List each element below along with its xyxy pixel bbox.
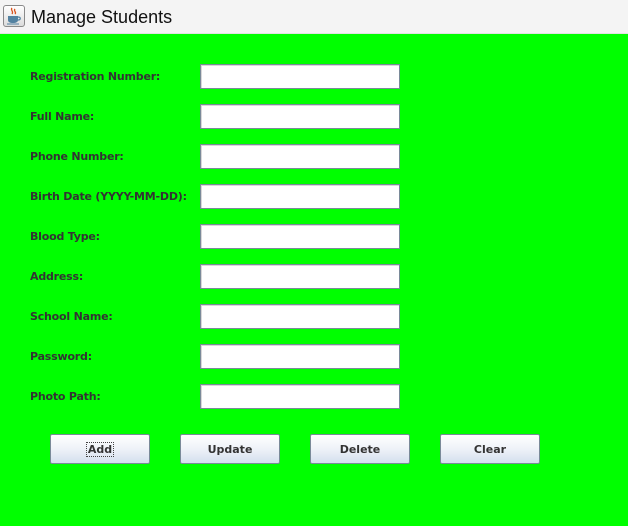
address-field[interactable] (200, 264, 400, 289)
java-coffee-cup-icon[interactable] (3, 5, 25, 27)
add-button-label: Add (85, 441, 115, 457)
window-titlebar: Manage Students (0, 0, 628, 34)
blood-type-label: Blood Type: (30, 230, 100, 243)
school-name-field[interactable] (200, 304, 400, 329)
add-button[interactable]: Add (50, 434, 150, 464)
phone-number-label: Phone Number: (30, 150, 124, 163)
update-button-label: Update (207, 442, 253, 456)
birth-date-label: Birth Date (YYYY-MM-DD): (30, 190, 187, 203)
photo-path-field[interactable] (200, 384, 400, 409)
phone-number-field[interactable] (200, 144, 400, 169)
window-title: Manage Students (31, 7, 173, 27)
full-name-label: Full Name: (30, 110, 95, 123)
clear-button[interactable]: Clear (440, 434, 540, 464)
photo-path-label: Photo Path: (30, 390, 101, 403)
school-name-label: School Name: (30, 310, 113, 323)
delete-button-label: Delete (339, 442, 381, 456)
delete-button[interactable]: Delete (310, 434, 410, 464)
registration-number-field[interactable] (200, 64, 400, 89)
password-label: Password: (30, 350, 92, 363)
student-form-panel: Registration Number: Full Name: Phone Numb… (0, 34, 628, 526)
address-label: Address: (30, 270, 84, 283)
birth-date-field[interactable] (200, 184, 400, 209)
update-button[interactable]: Update (180, 434, 280, 464)
clear-button-label: Clear (473, 442, 507, 456)
password-field[interactable] (200, 344, 400, 369)
registration-number-label: Registration Number: (30, 70, 161, 83)
blood-type-field[interactable] (200, 224, 400, 249)
full-name-field[interactable] (200, 104, 400, 129)
